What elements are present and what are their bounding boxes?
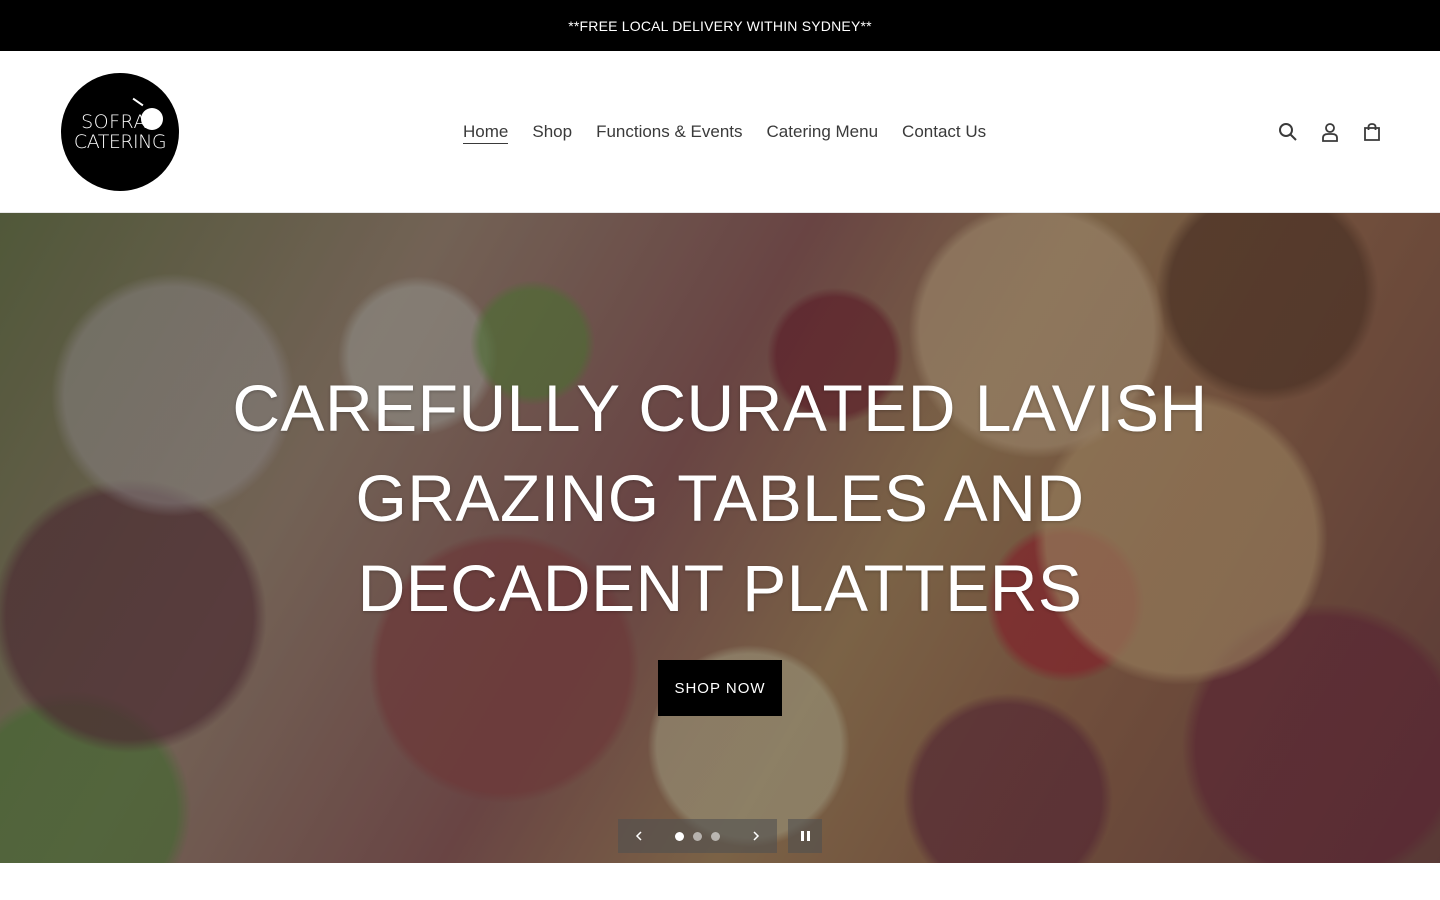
search-icon[interactable] [1276,120,1300,144]
cart-icon[interactable] [1360,120,1384,144]
hero-slideshow: CAREFULLY CURATED LAVISH GRAZING TABLES … [0,213,1440,863]
slider-controls [618,819,777,853]
nav-item-shop-label: Shop [532,122,573,141]
nav-item-catering-menu-label: Catering Menu [766,122,879,141]
logo-line-2: CATERING [73,131,167,153]
nav-item-home-label: Home [463,122,509,144]
previous-slide-icon[interactable] [632,829,646,843]
pause-slideshow-button[interactable] [788,819,822,853]
slide-dots [675,831,720,841]
header-icons [1276,120,1384,144]
site-header: SOFRA CATERING Home Shop Functions & Eve… [0,51,1440,213]
logo-line-1: SOFRA [81,111,147,133]
nav-item-contact-us[interactable]: Contact Us [890,117,998,147]
account-icon[interactable] [1318,120,1342,144]
slide-dot-3[interactable] [711,831,720,841]
logo-pan-icon [141,108,163,130]
hero-title: CAREFULLY CURATED LAVISH GRAZING TABLES … [232,371,1208,625]
announcement-text: **FREE LOCAL DELIVERY WITHIN SYDNEY** [568,17,872,34]
next-slide-icon[interactable] [749,829,763,843]
slide-dot-2[interactable] [693,831,702,841]
slide-dot-1[interactable] [675,831,684,841]
nav-item-functions-events[interactable]: Functions & Events [584,117,754,147]
announcement-bar: **FREE LOCAL DELIVERY WITHIN SYDNEY** [0,0,1440,51]
nav-item-contact-us-label: Contact Us [902,122,987,141]
nav-item-home[interactable]: Home [451,117,520,147]
nav-item-catering-menu[interactable]: Catering Menu [755,117,891,147]
shop-now-button[interactable]: SHOP NOW [658,660,782,716]
nav-item-functions-events-label: Functions & Events [596,122,743,141]
main-nav: Home Shop Functions & Events Catering Me… [451,117,998,147]
site-logo[interactable]: SOFRA CATERING [61,73,179,191]
pause-icon [800,831,810,841]
nav-item-shop[interactable]: Shop [520,117,584,147]
